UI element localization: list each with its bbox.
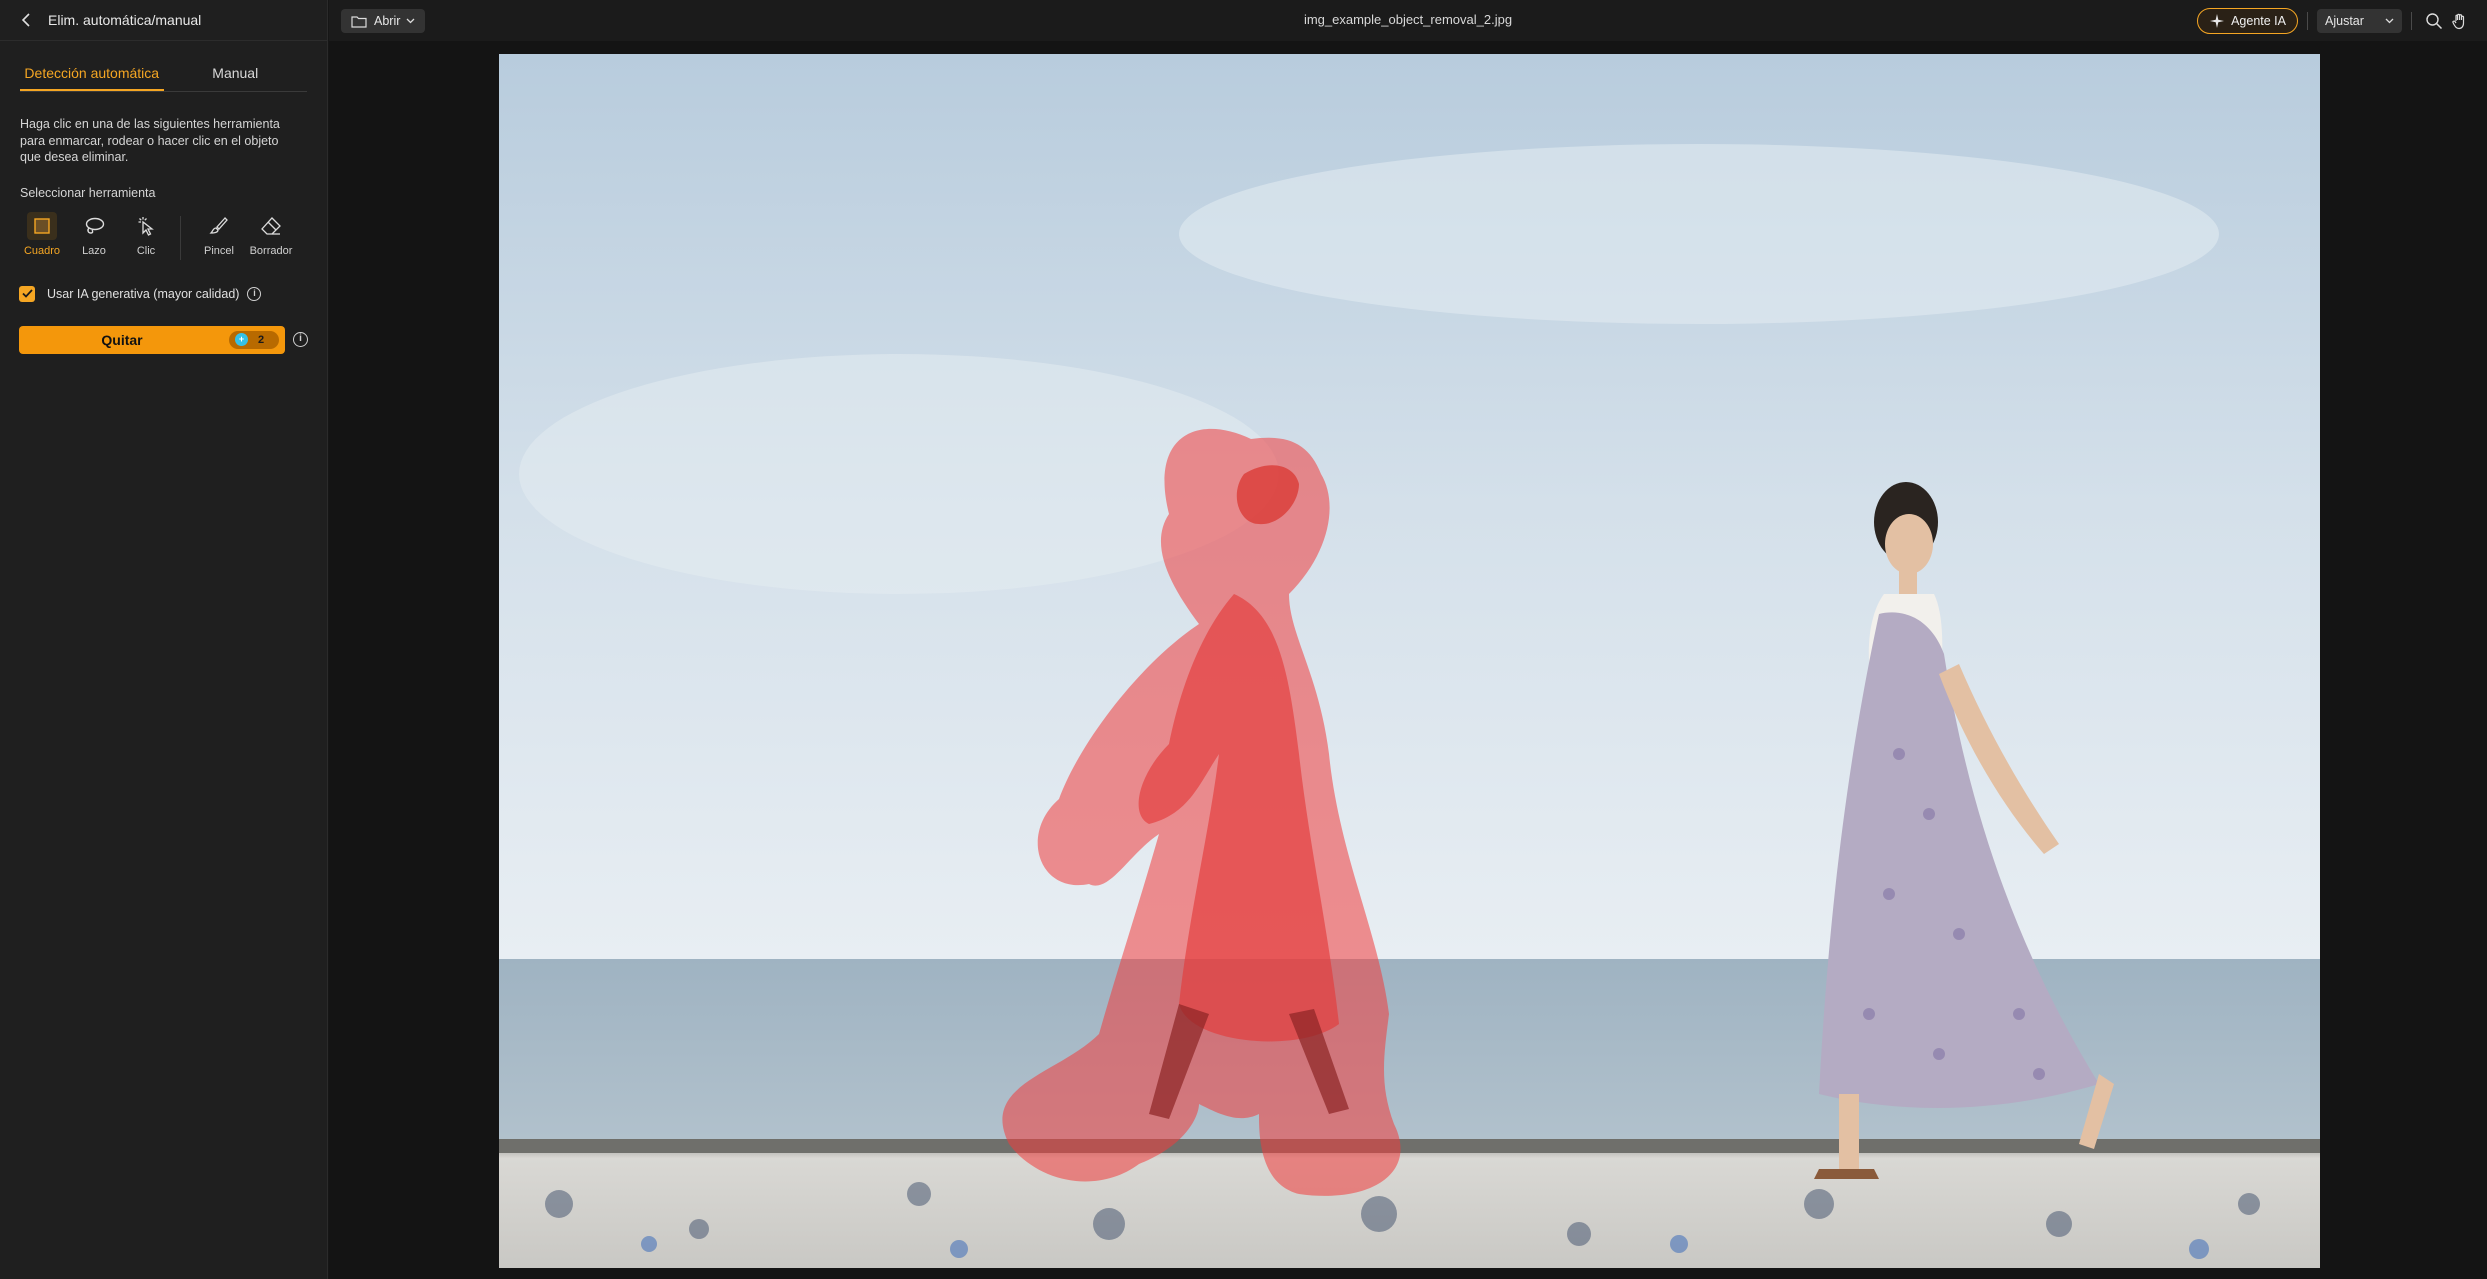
ai-agent-label: Agente IA	[2231, 14, 2286, 28]
click-select-icon	[131, 212, 161, 240]
credit-count: 2	[258, 333, 265, 346]
info-icon[interactable]: i	[247, 286, 262, 301]
tool-label: Pincel	[204, 244, 234, 257]
open-label: Abrir	[374, 14, 401, 28]
open-button[interactable]: Abrir	[341, 9, 426, 33]
instructions-text: Haga clic en una de las siguientes herra…	[20, 117, 280, 164]
generative-ai-label: Usar IA generativa (mayor calidad)	[47, 286, 240, 301]
top-right-tools: Agente IA Ajustar	[2197, 8, 2473, 34]
generative-ai-checkbox[interactable]	[19, 285, 35, 302]
fit-dropdown[interactable]: Ajustar	[2317, 9, 2402, 33]
photo-scene	[499, 54, 2320, 1268]
box-select-icon	[27, 211, 57, 240]
info-icon[interactable]: i	[293, 332, 308, 347]
sidebar-header: Elim. automática/manual	[0, 0, 327, 41]
zoom-button[interactable]	[2421, 8, 2447, 34]
pan-button[interactable]	[2447, 8, 2473, 34]
toolbar-divider	[2307, 12, 2308, 30]
lasso-icon	[79, 212, 109, 240]
chevron-down-icon	[406, 18, 415, 24]
brush-icon	[204, 212, 234, 240]
tool-label: Lazo	[82, 244, 106, 257]
tool-click[interactable]: Clic	[120, 212, 172, 257]
remove-row: Quitar + 2 i	[19, 325, 327, 354]
top-bar: Abrir img_example_object_removal_2.jpg A…	[329, 0, 2487, 41]
tool-eraser[interactable]: Borrador	[245, 212, 297, 257]
tool-selector: Cuadro Lazo Clic Pincel Borrador	[16, 211, 327, 260]
checkmark-icon	[21, 289, 33, 298]
fit-label: Ajustar	[2325, 14, 2364, 28]
tool-brush[interactable]: Pincel	[193, 212, 245, 257]
eraser-icon	[256, 212, 286, 240]
chevron-down-icon	[2385, 18, 2394, 24]
credit-coin-icon: +	[235, 333, 248, 346]
tool-box[interactable]: Cuadro	[16, 211, 68, 257]
remove-button[interactable]: Quitar + 2	[19, 325, 285, 354]
toolbar-divider	[2411, 12, 2412, 30]
generative-ai-option: Usar IA generativa (mayor calidad) i	[19, 285, 327, 302]
tab-auto-detection[interactable]: Detección automática	[20, 63, 164, 91]
tool-label: Cuadro	[23, 244, 61, 257]
tab-manual[interactable]: Manual	[164, 63, 308, 91]
editor-canvas[interactable]	[329, 41, 2487, 1279]
mode-tabs: Detección automática Manual	[20, 63, 307, 92]
credit-badge: + 2	[229, 330, 279, 349]
tool-label: Borrador	[249, 244, 293, 257]
sparkle-icon	[2210, 14, 2225, 28]
remove-button-label: Quitar	[101, 331, 143, 348]
sidebar-panel: Elim. automática/manual Detección automá…	[0, 0, 328, 1279]
ai-agent-button[interactable]: Agente IA	[2197, 8, 2298, 34]
tool-lasso[interactable]: Lazo	[68, 212, 120, 257]
tool-label: Clic	[136, 244, 156, 257]
file-name: img_example_object_removal_2.jpg	[1303, 12, 1513, 27]
hand-icon	[2452, 13, 2465, 30]
select-tool-label: Seleccionar herramienta	[20, 185, 156, 200]
panel-title: Elim. automática/manual	[48, 12, 202, 28]
search-icon	[2426, 13, 2443, 30]
photo-image[interactable]	[499, 54, 2320, 1268]
folder-icon	[351, 15, 367, 28]
back-button[interactable]	[16, 9, 38, 31]
tool-divider	[180, 215, 181, 260]
chevron-left-icon	[21, 13, 30, 27]
